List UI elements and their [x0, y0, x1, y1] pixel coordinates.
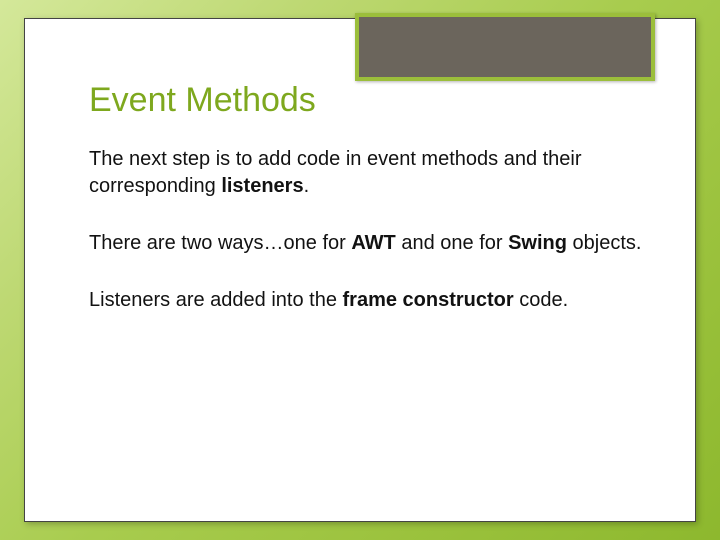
p1-bold-listeners: listeners [221, 175, 303, 197]
p2-bold-swing: Swing [508, 232, 567, 254]
paragraph-3: Listeners are added into the frame const… [89, 287, 647, 314]
p2-text-c: and one for [396, 232, 508, 254]
accent-box [355, 13, 655, 81]
p3-text-a: Listeners are added into the [89, 289, 343, 311]
p2-text-a: There are two ways…one for [89, 232, 351, 254]
p1-text-c: . [304, 175, 310, 197]
p3-bold-frame-constructor: frame constructor [343, 289, 514, 311]
paragraph-1: The next step is to add code in event me… [89, 146, 647, 200]
slide-title: Event Methods [89, 81, 647, 120]
slide-card: Event Methods The next step is to add co… [24, 18, 696, 522]
p1-text-a: The next step is to add code in event me… [89, 148, 582, 197]
paragraph-2: There are two ways…one for AWT and one f… [89, 230, 647, 257]
p2-text-e: objects. [567, 232, 641, 254]
p3-text-c: code. [514, 289, 568, 311]
p2-bold-awt: AWT [351, 232, 395, 254]
slide-content: Event Methods The next step is to add co… [89, 81, 647, 344]
